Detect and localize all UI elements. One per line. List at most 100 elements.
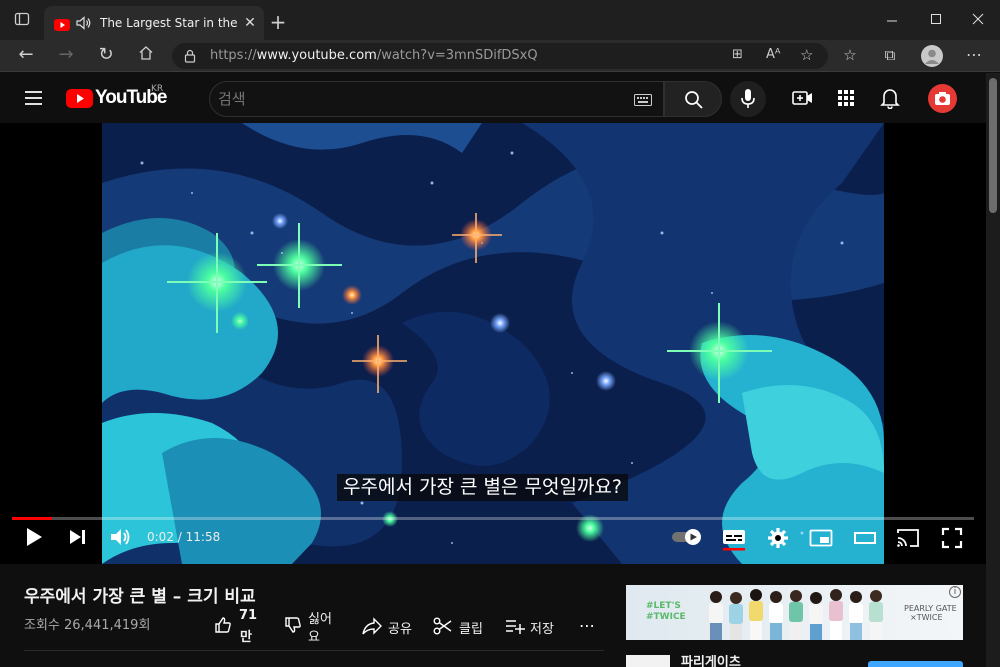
search-button[interactable] xyxy=(664,81,722,117)
thumbs-down-icon xyxy=(285,617,301,633)
video-frame[interactable]: 우주에서 가장 큰 별은 무엇일까요? xyxy=(102,123,884,564)
miniplayer-icon xyxy=(809,529,833,547)
refresh-icon[interactable]: ↻ xyxy=(94,45,118,65)
account-avatar[interactable] xyxy=(928,84,957,113)
time-current: 0:02 xyxy=(147,530,174,544)
lock-icon[interactable] xyxy=(184,48,198,64)
speaker-icon[interactable] xyxy=(76,15,92,30)
ad-brand-line2: ×TWICE xyxy=(910,613,943,622)
autoplay-toggle[interactable] xyxy=(671,528,705,546)
video-player[interactable]: 우주에서 가장 큰 별은 무엇일까요? 0:02 / 11:58 xyxy=(0,123,986,564)
time-total: 11:58 xyxy=(185,530,221,544)
skip-next-icon xyxy=(70,530,85,544)
next-item-title[interactable]: 파리게이츠 xyxy=(681,655,741,667)
scissors-icon xyxy=(433,617,452,635)
volume-button[interactable] xyxy=(110,527,132,547)
url-scheme: https:// xyxy=(210,48,257,63)
miniplayer-button[interactable] xyxy=(809,528,833,548)
next-button[interactable] xyxy=(68,528,88,546)
keyboard-icon[interactable] xyxy=(634,91,654,106)
back-icon[interactable]: ← xyxy=(14,45,38,65)
add-favorite-icon[interactable]: ☆ xyxy=(800,46,813,64)
apps-grid-icon[interactable] xyxy=(837,89,855,107)
url-domain: www.youtube.com xyxy=(256,48,377,63)
forward-icon[interactable]: → xyxy=(54,45,78,65)
youtube-favicon-icon xyxy=(54,16,70,31)
scrollbar-thumb[interactable] xyxy=(989,78,997,213)
home-icon[interactable] xyxy=(134,45,158,65)
tab-actions-icon[interactable] xyxy=(10,11,34,31)
new-tab-icon[interactable]: + xyxy=(266,12,290,32)
play-button[interactable] xyxy=(24,527,44,547)
cast-icon xyxy=(897,529,919,547)
fullscreen-button[interactable] xyxy=(941,527,963,549)
clip-label: 클립 xyxy=(459,622,483,637)
player-controls: 0:02 / 11:58 xyxy=(0,515,986,564)
youtube-header: YouTube KR xyxy=(0,73,986,123)
read-aloud-icon[interactable]: Aᴬ xyxy=(766,47,781,62)
url-path: /watch?v=3mnSDifDSxQ xyxy=(376,48,538,63)
like-count: 71 xyxy=(239,608,258,623)
more-options-icon[interactable]: ⋯ xyxy=(962,45,986,65)
browser-toolbar: ← → ↻ https://www.youtube.com/watch?v=3m… xyxy=(0,40,1000,72)
app-available-icon[interactable]: ⊞ xyxy=(732,47,743,62)
theater-mode-button[interactable] xyxy=(853,528,877,548)
dislike-label-line1: 싫어 xyxy=(308,612,332,627)
voice-search-button[interactable] xyxy=(730,81,766,117)
region-badge: KR xyxy=(151,84,164,94)
subtitles-button[interactable] xyxy=(722,527,746,551)
ad-brand-line1: PEARLY GATE xyxy=(904,604,957,613)
settings-button[interactable] xyxy=(767,527,789,549)
like-count-unit: 만 xyxy=(240,630,252,645)
minimize-icon[interactable] xyxy=(880,10,904,30)
gear-icon xyxy=(768,528,788,548)
subtitles-icon xyxy=(723,530,745,551)
camera-avatar-icon xyxy=(935,92,950,105)
ad-text-line2: #TWICE xyxy=(646,612,686,622)
dislike-label-line2: 요 xyxy=(308,630,320,645)
ad-text-line1: #LET'S xyxy=(646,601,681,611)
divider xyxy=(24,650,604,651)
autoplay-toggle-icon xyxy=(672,529,701,545)
search-box xyxy=(209,81,664,117)
share-icon xyxy=(362,617,382,635)
video-title: 우주에서 가장 큰 별 – 크기 비교 xyxy=(24,587,256,607)
hamburger-menu-icon[interactable] xyxy=(24,89,44,107)
window-close-icon[interactable] xyxy=(966,10,990,30)
browser-tab-active[interactable]: The Largest Star in the Univ ✕ xyxy=(44,6,264,40)
theater-mode-icon xyxy=(854,532,876,544)
profile-avatar[interactable] xyxy=(921,45,943,67)
tab-close-icon[interactable]: ✕ xyxy=(242,15,258,31)
time-separator: / xyxy=(173,530,186,544)
thumbs-up-icon xyxy=(215,617,231,633)
ad-info-icon[interactable]: i xyxy=(949,586,961,598)
time-display: 0:02 / 11:58 xyxy=(147,529,220,545)
video-subtitle: 우주에서 가장 큰 별은 무엇일까요? xyxy=(337,474,628,501)
ad-group-photo xyxy=(709,589,883,640)
view-count: 조회수 26,441,419회 xyxy=(24,618,151,633)
collections-icon[interactable]: ⧉ xyxy=(878,45,902,65)
more-actions-icon[interactable]: ⋯ xyxy=(579,616,595,635)
favorites-icon[interactable]: ☆ xyxy=(838,45,862,65)
youtube-logo[interactable]: YouTube KR xyxy=(66,84,167,111)
tab-title: The Largest Star in the Univ xyxy=(100,16,238,30)
url-text: https://www.youtube.com/watch?v=3mnSDifD… xyxy=(210,48,538,64)
maximize-icon[interactable] xyxy=(924,10,948,30)
address-bar[interactable]: https://www.youtube.com/watch?v=3mnSDifD… xyxy=(172,43,828,69)
create-video-icon[interactable] xyxy=(792,88,814,108)
next-item-action-button[interactable] xyxy=(868,661,963,667)
next-item-thumbnail[interactable] xyxy=(626,655,670,667)
save-playlist-icon xyxy=(506,620,525,634)
cast-button[interactable] xyxy=(896,527,920,549)
browser-tab-strip: The Largest Star in the Univ ✕ + xyxy=(0,0,1000,40)
fullscreen-icon xyxy=(941,527,963,549)
volume-icon xyxy=(111,529,130,545)
notifications-bell-icon[interactable] xyxy=(880,87,900,110)
search-input[interactable] xyxy=(218,86,618,112)
microphone-icon xyxy=(741,89,755,108)
save-label: 저장 xyxy=(530,622,554,637)
sidebar-ad-banner[interactable]: #LET'S #TWICE PEARLY GATE ×TWICE i xyxy=(626,585,963,640)
page-scrollbar[interactable] xyxy=(986,73,1000,667)
share-label: 공유 xyxy=(388,622,412,637)
youtube-logo-icon xyxy=(66,89,93,108)
